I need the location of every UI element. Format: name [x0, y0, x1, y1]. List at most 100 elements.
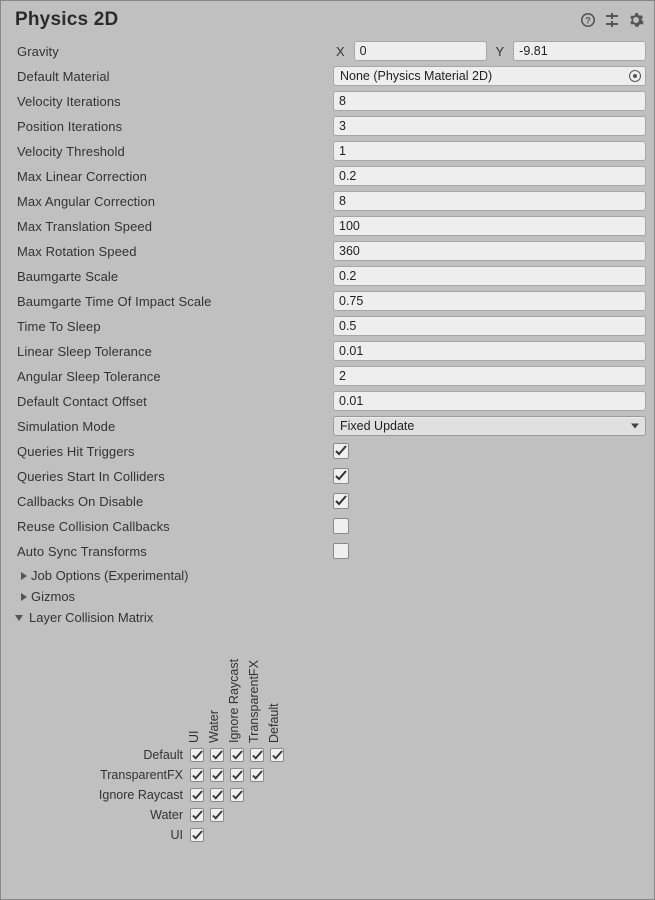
max-linear-correction-input[interactable] — [333, 166, 646, 186]
gravity-y-input[interactable] — [513, 41, 646, 61]
gravity-x-label: X — [333, 44, 348, 59]
object-picker-icon[interactable] — [629, 70, 641, 82]
linear-sleep-tolerance-input[interactable] — [333, 341, 646, 361]
matrix-col-header: TransparentFX — [247, 660, 261, 743]
auto-sync-transforms-label: Auto Sync Transforms — [17, 544, 333, 559]
linear-sleep-tolerance-label: Linear Sleep Tolerance — [17, 344, 333, 359]
simulation-mode-select[interactable]: Fixed Update — [333, 416, 646, 436]
angular-sleep-tolerance-label: Angular Sleep Tolerance — [17, 369, 333, 384]
matrix-cell — [207, 805, 227, 825]
queries-start-in-colliders-checkbox[interactable] — [333, 468, 349, 484]
velocity-iterations-input[interactable] — [333, 91, 646, 111]
matrix-checkbox[interactable] — [250, 768, 264, 782]
matrix-cell — [207, 765, 227, 785]
gravity-row: Gravity X Y — [9, 39, 646, 63]
gizmos-label: Gizmos — [31, 589, 75, 604]
matrix-col-header: Water — [207, 710, 221, 743]
time-to-sleep-label: Time To Sleep — [17, 319, 333, 334]
gizmos-foldout[interactable]: Gizmos — [9, 585, 646, 606]
time-to-sleep-input[interactable] — [333, 316, 646, 336]
velocity-iterations-row: Velocity Iterations — [9, 89, 646, 113]
matrix-checkbox[interactable] — [210, 748, 224, 762]
matrix-checkbox[interactable] — [190, 748, 204, 762]
matrix-row-cells — [187, 745, 287, 765]
position-iterations-label: Position Iterations — [17, 119, 333, 134]
baumgarte-toi-scale-row: Baumgarte Time Of Impact Scale — [9, 289, 646, 313]
matrix-checkbox[interactable] — [190, 808, 204, 822]
layer-collision-matrix-foldout[interactable]: Layer Collision Matrix — [9, 606, 646, 627]
matrix-col-header: Default — [267, 703, 281, 743]
panel-title: Physics 2D — [15, 9, 118, 31]
reuse-collision-callbacks-label: Reuse Collision Callbacks — [17, 519, 333, 534]
max-rotation-speed-input[interactable] — [333, 241, 646, 261]
matrix-row-cells — [187, 805, 227, 825]
matrix-checkbox[interactable] — [230, 788, 244, 802]
matrix-row: TransparentFX — [25, 765, 646, 785]
gravity-label: Gravity — [17, 44, 333, 59]
matrix-checkbox[interactable] — [270, 748, 284, 762]
svg-text:?: ? — [585, 16, 591, 26]
job-options-foldout[interactable]: Job Options (Experimental) — [9, 564, 646, 585]
presets-icon[interactable] — [604, 12, 620, 28]
reuse-collision-callbacks-checkbox[interactable] — [333, 518, 349, 534]
default-contact-offset-input[interactable] — [333, 391, 646, 411]
matrix-checkbox[interactable] — [230, 768, 244, 782]
baumgarte-toi-scale-label: Baumgarte Time Of Impact Scale — [17, 294, 333, 309]
simulation-mode-value: Fixed Update — [340, 419, 414, 433]
matrix-cell — [187, 825, 207, 845]
matrix-cell — [227, 785, 247, 805]
matrix-cell — [227, 745, 247, 765]
matrix-checkbox[interactable] — [230, 748, 244, 762]
auto-sync-transforms-checkbox[interactable] — [333, 543, 349, 559]
gravity-x-input[interactable] — [354, 41, 487, 61]
chevron-right-icon — [21, 593, 27, 601]
matrix-row-label: Ignore Raycast — [25, 788, 187, 802]
simulation-mode-label: Simulation Mode — [17, 419, 333, 434]
baumgarte-scale-label: Baumgarte Scale — [17, 269, 333, 284]
matrix-checkbox[interactable] — [210, 808, 224, 822]
linear-sleep-tolerance-row: Linear Sleep Tolerance — [9, 339, 646, 363]
matrix-cell — [207, 745, 227, 765]
matrix-cell — [187, 785, 207, 805]
matrix-row-cells — [187, 765, 267, 785]
matrix-col-header: Ignore Raycast — [227, 659, 241, 743]
max-translation-speed-input[interactable] — [333, 216, 646, 236]
baumgarte-scale-input[interactable] — [333, 266, 646, 286]
matrix-row-label: Water — [25, 808, 187, 822]
matrix-cell — [247, 745, 267, 765]
matrix-checkbox[interactable] — [210, 788, 224, 802]
chevron-right-icon — [21, 572, 27, 580]
max-translation-speed-label: Max Translation Speed — [17, 219, 333, 234]
gravity-y-label: Y — [493, 44, 508, 59]
help-icon[interactable]: ? — [580, 12, 596, 28]
velocity-threshold-label: Velocity Threshold — [17, 144, 333, 159]
matrix-checkbox[interactable] — [190, 788, 204, 802]
position-iterations-input[interactable] — [333, 116, 646, 136]
callbacks-on-disable-checkbox[interactable] — [333, 493, 349, 509]
matrix-checkbox[interactable] — [190, 768, 204, 782]
matrix-cell — [247, 765, 267, 785]
layer-collision-matrix: UI Water Ignore Raycast TransparentFX Defaul… — [9, 635, 646, 845]
max-angular-correction-input[interactable] — [333, 191, 646, 211]
matrix-checkbox[interactable] — [210, 768, 224, 782]
max-rotation-speed-row: Max Rotation Speed — [9, 239, 646, 263]
matrix-row-cells — [187, 825, 207, 845]
default-material-field[interactable]: None (Physics Material 2D) — [333, 66, 646, 86]
max-angular-correction-row: Max Angular Correction — [9, 189, 646, 213]
auto-sync-transforms-row: Auto Sync Transforms — [9, 539, 646, 563]
baumgarte-toi-scale-input[interactable] — [333, 291, 646, 311]
chevron-down-icon — [631, 424, 639, 429]
default-contact-offset-label: Default Contact Offset — [17, 394, 333, 409]
matrix-col-header: UI — [187, 731, 201, 744]
matrix-checkbox[interactable] — [190, 828, 204, 842]
velocity-threshold-input[interactable] — [333, 141, 646, 161]
max-linear-correction-row: Max Linear Correction — [9, 164, 646, 188]
callbacks-on-disable-row: Callbacks On Disable — [9, 489, 646, 513]
matrix-checkbox[interactable] — [250, 748, 264, 762]
max-angular-correction-label: Max Angular Correction — [17, 194, 333, 209]
angular-sleep-tolerance-input[interactable] — [333, 366, 646, 386]
velocity-threshold-row: Velocity Threshold — [9, 139, 646, 163]
queries-hit-triggers-checkbox[interactable] — [333, 443, 349, 459]
gear-icon[interactable] — [628, 12, 644, 28]
default-material-value: None (Physics Material 2D) — [340, 69, 492, 83]
